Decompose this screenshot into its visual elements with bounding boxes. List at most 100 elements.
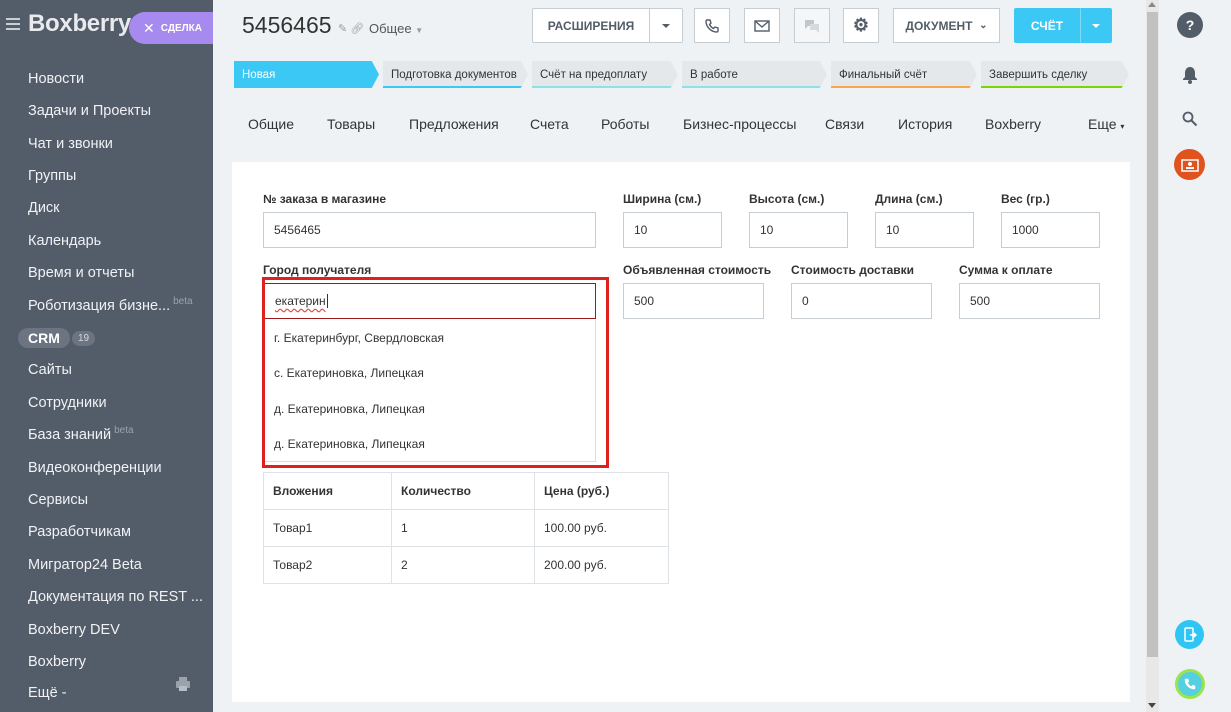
stage-prepay-invoice[interactable]: Счёт на предоплату (532, 61, 678, 88)
call-button[interactable] (694, 8, 730, 43)
stage-close-deal[interactable]: Завершить сделку (981, 61, 1129, 88)
sidebar-item-sites[interactable]: Сайты (28, 362, 72, 378)
email-button[interactable] (744, 8, 780, 43)
invoice-button[interactable]: СЧЁТ (1014, 8, 1080, 43)
crm-icon[interactable] (1174, 149, 1205, 180)
extensions-button[interactable]: РАСШИРЕНИЯ (532, 8, 650, 43)
total-field[interactable]: 500 (959, 283, 1100, 319)
delivery-cost-field[interactable]: 0 (791, 283, 932, 319)
sidebar-item-calendar[interactable]: Календарь (28, 233, 101, 249)
tab-invoices[interactable]: Счета (530, 116, 569, 132)
stage-label: Финальный счёт (839, 68, 928, 81)
bell-icon[interactable] (1179, 64, 1201, 86)
sidebar-item-label: База знаний (28, 427, 112, 443)
stage-doc-prep[interactable]: Подготовка документов (383, 61, 528, 88)
sidebar-item-tasks[interactable]: Задачи и Проекты (28, 103, 151, 119)
right-panel: ? (1159, 0, 1231, 712)
title-actions: ✎ 🔗︎ (338, 22, 364, 35)
length-field[interactable]: 10 (875, 212, 974, 248)
weight-label: Вес (гр.) (1001, 192, 1050, 206)
width-field[interactable]: 10 (623, 212, 722, 248)
portal-logo[interactable]: Boxberry (28, 10, 131, 38)
deal-slider-tab[interactable]: ✕ СДЕЛКА (129, 12, 213, 44)
declared-value-label: Объявленная стоимость (623, 263, 772, 277)
chevron-down-icon (1092, 23, 1100, 28)
vertical-scrollbar[interactable] (1146, 0, 1159, 712)
order-number-label: № заказа в магазине (263, 192, 387, 206)
tab-boxberry[interactable]: Boxberry (985, 116, 1041, 132)
sidebar-item-boxberry-dev[interactable]: Boxberry DEV (28, 622, 120, 638)
menu-burger-icon[interactable] (6, 18, 20, 30)
sidebar-item-more[interactable]: Ещё - (28, 685, 67, 701)
sidebar-item-chat[interactable]: Чат и звонки (28, 136, 113, 152)
extensions-dropdown-button[interactable] (649, 8, 683, 43)
sidebar-item-rest-docs[interactable]: Документация по REST ... (28, 589, 203, 605)
height-field[interactable]: 10 (749, 212, 848, 248)
sidebar-item-knowledge[interactable]: База знаний beta (28, 425, 134, 443)
sidebar-item-time[interactable]: Время и отчеты (28, 265, 134, 281)
sidebar-item-migrator[interactable]: Мигратор24 Beta (28, 557, 142, 573)
search-icon[interactable] (1179, 108, 1201, 130)
tab-links[interactable]: Связи (825, 116, 864, 132)
chevron-down-icon: ▾ (1120, 122, 1125, 131)
sidebar-item-employees[interactable]: Сотрудники (28, 395, 107, 411)
tab-history[interactable]: История (898, 116, 952, 132)
close-icon[interactable]: ✕ (143, 20, 155, 37)
table-cell: Товар2 (263, 546, 392, 584)
tab-business-processes[interactable]: Бизнес-процессы (683, 116, 796, 132)
tab-products[interactable]: Товары (327, 116, 375, 132)
mail-icon (754, 19, 770, 32)
phone-icon (705, 18, 719, 33)
edit-pencil-icon[interactable]: ✎ (338, 23, 347, 35)
stage-label: Новая (242, 68, 276, 81)
chevron-down-icon: ▼ (415, 26, 424, 35)
height-label: Высота (см.) (749, 192, 825, 206)
sidebar-item-disk[interactable]: Диск (28, 200, 60, 216)
phone-icon[interactable] (1175, 669, 1205, 699)
order-number-field[interactable]: 5456465 (263, 212, 596, 248)
stage-final-invoice[interactable]: Финальный счёт (831, 61, 977, 88)
sidebar-item-groups[interactable]: Группы (28, 168, 76, 184)
deal-category-selector[interactable]: Общее ▼ (369, 21, 423, 36)
weight-field[interactable]: 1000 (1001, 212, 1100, 248)
scrollbar-thumb[interactable] (1147, 12, 1158, 657)
settings-button[interactable]: ⚙ (843, 8, 879, 43)
width-label: Ширина (см.) (623, 192, 702, 206)
invoice-dropdown-button[interactable] (1080, 8, 1112, 43)
tab-label: Еще (1088, 116, 1117, 132)
tab-offers[interactable]: Предложения (409, 116, 499, 132)
table-cell: 200.00 руб. (534, 546, 669, 584)
deal-category-label: Общее (369, 21, 412, 36)
sidebar-item-videoconf[interactable]: Видеоконференции (28, 460, 162, 476)
left-sidebar: Boxberry ✕ СДЕЛКА Новости Задачи и Проект… (0, 0, 213, 712)
sidebar-item-news[interactable]: Новости (28, 71, 84, 87)
column-header: Количество (391, 472, 535, 510)
stage-label: Счёт на предоплату (540, 68, 648, 81)
table-cell: 100.00 руб. (534, 509, 669, 547)
printer-icon[interactable] (176, 676, 190, 692)
chat-button[interactable] (794, 8, 830, 43)
stage-in-work[interactable]: В работе (682, 61, 827, 88)
tab-robots[interactable]: Роботы (601, 116, 649, 132)
sidebar-item-developers[interactable]: Разработчикам (28, 524, 131, 540)
table-cell: Товар1 (263, 509, 392, 547)
sidebar-item-services[interactable]: Сервисы (28, 492, 88, 508)
scroll-up-arrow-icon[interactable] (1148, 2, 1156, 7)
sidebar-item-robotization[interactable]: Роботизация бизне... beta (28, 296, 193, 314)
transfer-icon[interactable] (1175, 620, 1204, 649)
tab-more[interactable]: Еще ▾ (1088, 116, 1124, 132)
tab-general[interactable]: Общие (248, 116, 294, 132)
total-label: Сумма к оплате (959, 263, 1053, 277)
document-button[interactable]: ДОКУМЕНТ ⌄ (893, 8, 1000, 43)
stage-new[interactable]: Новая (234, 61, 379, 88)
deal-tab-label: СДЕЛКА (160, 22, 202, 34)
help-icon[interactable]: ? (1177, 12, 1203, 38)
link-icon[interactable]: 🔗︎ (350, 23, 364, 35)
scroll-down-arrow-icon[interactable] (1148, 703, 1156, 708)
chevron-down-icon: ⌄ (979, 20, 988, 31)
sidebar-item-boxberry[interactable]: Boxberry (28, 654, 86, 670)
declared-value-field[interactable]: 500 (623, 283, 764, 319)
beta-badge: beta (173, 296, 193, 307)
sidebar-item-crm[interactable]: CRM (18, 328, 70, 348)
chat-icon (805, 19, 819, 33)
